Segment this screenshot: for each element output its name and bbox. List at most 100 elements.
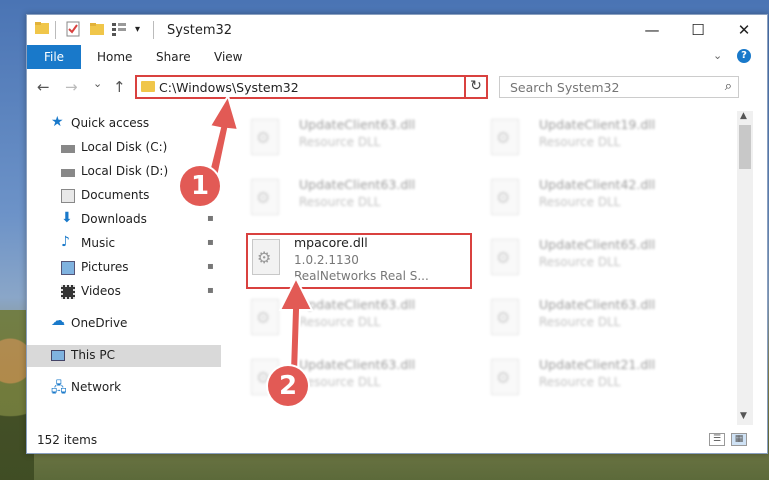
search-input[interactable] [508,79,712,96]
sidebar-item-this-pc[interactable]: This PC [27,345,221,367]
tab-view[interactable]: View [214,45,242,69]
file-type: Resource DLL [539,255,621,269]
search-box[interactable]: ⌕ [499,76,739,98]
pin-icon[interactable]: ▪ [207,261,214,272]
customize-toolbar-chevron-icon[interactable]: ▾ [135,21,145,39]
file-name: UpdateClient63.dll [539,297,656,312]
annotation-arrow-2 [278,276,314,373]
refresh-button[interactable]: ↻ [464,75,488,99]
file-type: Resource DLL [539,195,621,209]
sidebar-item-downloads[interactable]: ⬇ Downloads ▪ [27,209,221,231]
tab-share[interactable]: Share [156,45,191,69]
file-item[interactable]: UpdateClient63.dll Resource DLL [241,113,461,167]
file-item[interactable]: UpdateClient42.dll Resource DLL [481,173,701,227]
up-arrow-icon[interactable]: ↑ [113,78,126,96]
file-item[interactable]: UpdateClient19.dll Resource DLL [481,113,701,167]
navigation-bar: ← → ⌄ ↑ C:\Windows\System32 ⌄ ↻ ⌕ [27,69,767,105]
sidebar-item-label: Quick access [71,116,150,130]
sidebar-item-label: Network [71,380,122,394]
recent-locations-chevron-icon[interactable]: ⌄ [93,77,102,90]
callout-1: 1 [180,166,220,206]
dll-file-icon [252,239,280,275]
callout-2: 2 [268,366,308,406]
dll-file-icon [491,359,519,395]
sidebar-item-label: Local Disk (C:) [81,140,168,154]
sidebar-item-music[interactable]: ♪ Music ▪ [27,233,221,255]
file-type: Resource DLL [299,135,381,149]
sidebar-item-videos[interactable]: Videos ▪ [27,281,221,303]
search-icon[interactable]: ⌕ [725,79,732,94]
scroll-thumb[interactable] [739,125,751,169]
sidebar-item-label: Local Disk (D:) [81,164,169,178]
details-view-icon[interactable]: ☰ [709,433,725,446]
file-name: mpacore.dll [294,235,368,250]
file-type: Resource DLL [539,375,621,389]
title-divider [153,21,154,39]
file-explorer-window: ▾ System32 — ☐ ✕ File Home Share View ⌄ … [26,14,768,454]
dll-file-icon [491,179,519,215]
videos-icon [61,285,75,299]
file-name: UpdateClient63.dll [299,117,416,132]
close-button[interactable]: ✕ [721,15,767,45]
address-path[interactable]: C:\Windows\System32 [159,80,299,95]
sidebar-item-network[interactable]: 🖧 Network [27,377,221,399]
pin-icon[interactable]: ▪ [207,285,214,296]
documents-icon [61,189,75,203]
file-item[interactable]: UpdateClient65.dll Resource DLL [481,233,701,287]
folder-icon [35,21,49,39]
scroll-down-icon[interactable]: ▼ [740,411,747,421]
back-arrow-icon[interactable]: ← [37,78,50,96]
file-type: Resource DLL [299,195,381,209]
drive-icon [61,169,75,177]
pin-icon[interactable]: ▪ [207,237,214,248]
file-name: UpdateClient21.dll [539,357,656,372]
view-options-icon[interactable] [111,21,129,39]
star-icon: ★ [51,114,64,130]
help-icon[interactable]: ? [737,49,751,63]
pictures-icon [61,261,75,275]
file-version: 1.0.2.1130 [294,253,359,267]
sidebar-item-label: Pictures [81,260,129,274]
file-type: Resource DLL [539,315,621,329]
folder-icon [141,81,155,92]
sidebar-item-label: This PC [71,348,115,362]
dll-file-icon [491,299,519,335]
sidebar-item-pictures[interactable]: Pictures ▪ [27,257,221,279]
vertical-scrollbar[interactable]: ▲ ▼ [737,111,753,425]
dll-file-icon [491,119,519,155]
chevron-down-icon[interactable]: ⌄ [713,49,722,62]
computer-icon [51,350,65,361]
sidebar-item-label: Downloads [81,212,147,226]
minimize-button[interactable]: — [629,15,675,45]
cloud-icon: ☁ [51,313,65,329]
sidebar-item-label: Music [81,236,116,250]
window-title: System32 [167,23,233,38]
item-count: 152 items [37,433,98,447]
pin-icon[interactable]: ▪ [207,213,214,224]
tab-file[interactable]: File [27,45,81,69]
file-item[interactable]: UpdateClient21.dll Resource DLL [481,353,701,407]
properties-icon[interactable] [65,21,81,39]
sidebar-item-label: OneDrive [71,316,128,330]
file-type: Resource DLL [299,375,381,389]
status-bar: 152 items ☰ ▦ [27,429,767,451]
sidebar-item-label: Documents [81,188,150,202]
forward-arrow-icon[interactable]: → [65,78,78,96]
large-icons-view-icon[interactable]: ▦ [731,433,747,446]
file-item[interactable]: UpdateClient63.dll Resource DLL [481,293,701,347]
scroll-up-icon[interactable]: ▲ [740,111,747,121]
sidebar-item-onedrive[interactable]: ☁ OneDrive [27,313,221,335]
network-icon: 🖧 [51,380,67,396]
file-type: Resource DLL [539,135,621,149]
file-name: UpdateClient42.dll [539,177,656,192]
tab-home[interactable]: Home [97,45,132,69]
new-folder-icon[interactable] [89,21,105,39]
maximize-button[interactable]: ☐ [675,15,721,45]
file-item[interactable]: UpdateClient63.dll Resource DLL [241,173,461,227]
sidebar-item-label: Videos [81,284,121,298]
dll-file-icon [491,239,519,275]
downloads-icon: ⬇ [61,210,73,226]
title-bar: ▾ System32 — ☐ ✕ [27,15,767,45]
toolbar-divider [55,21,56,39]
ribbon: File Home Share View ⌄ ? [27,45,767,70]
